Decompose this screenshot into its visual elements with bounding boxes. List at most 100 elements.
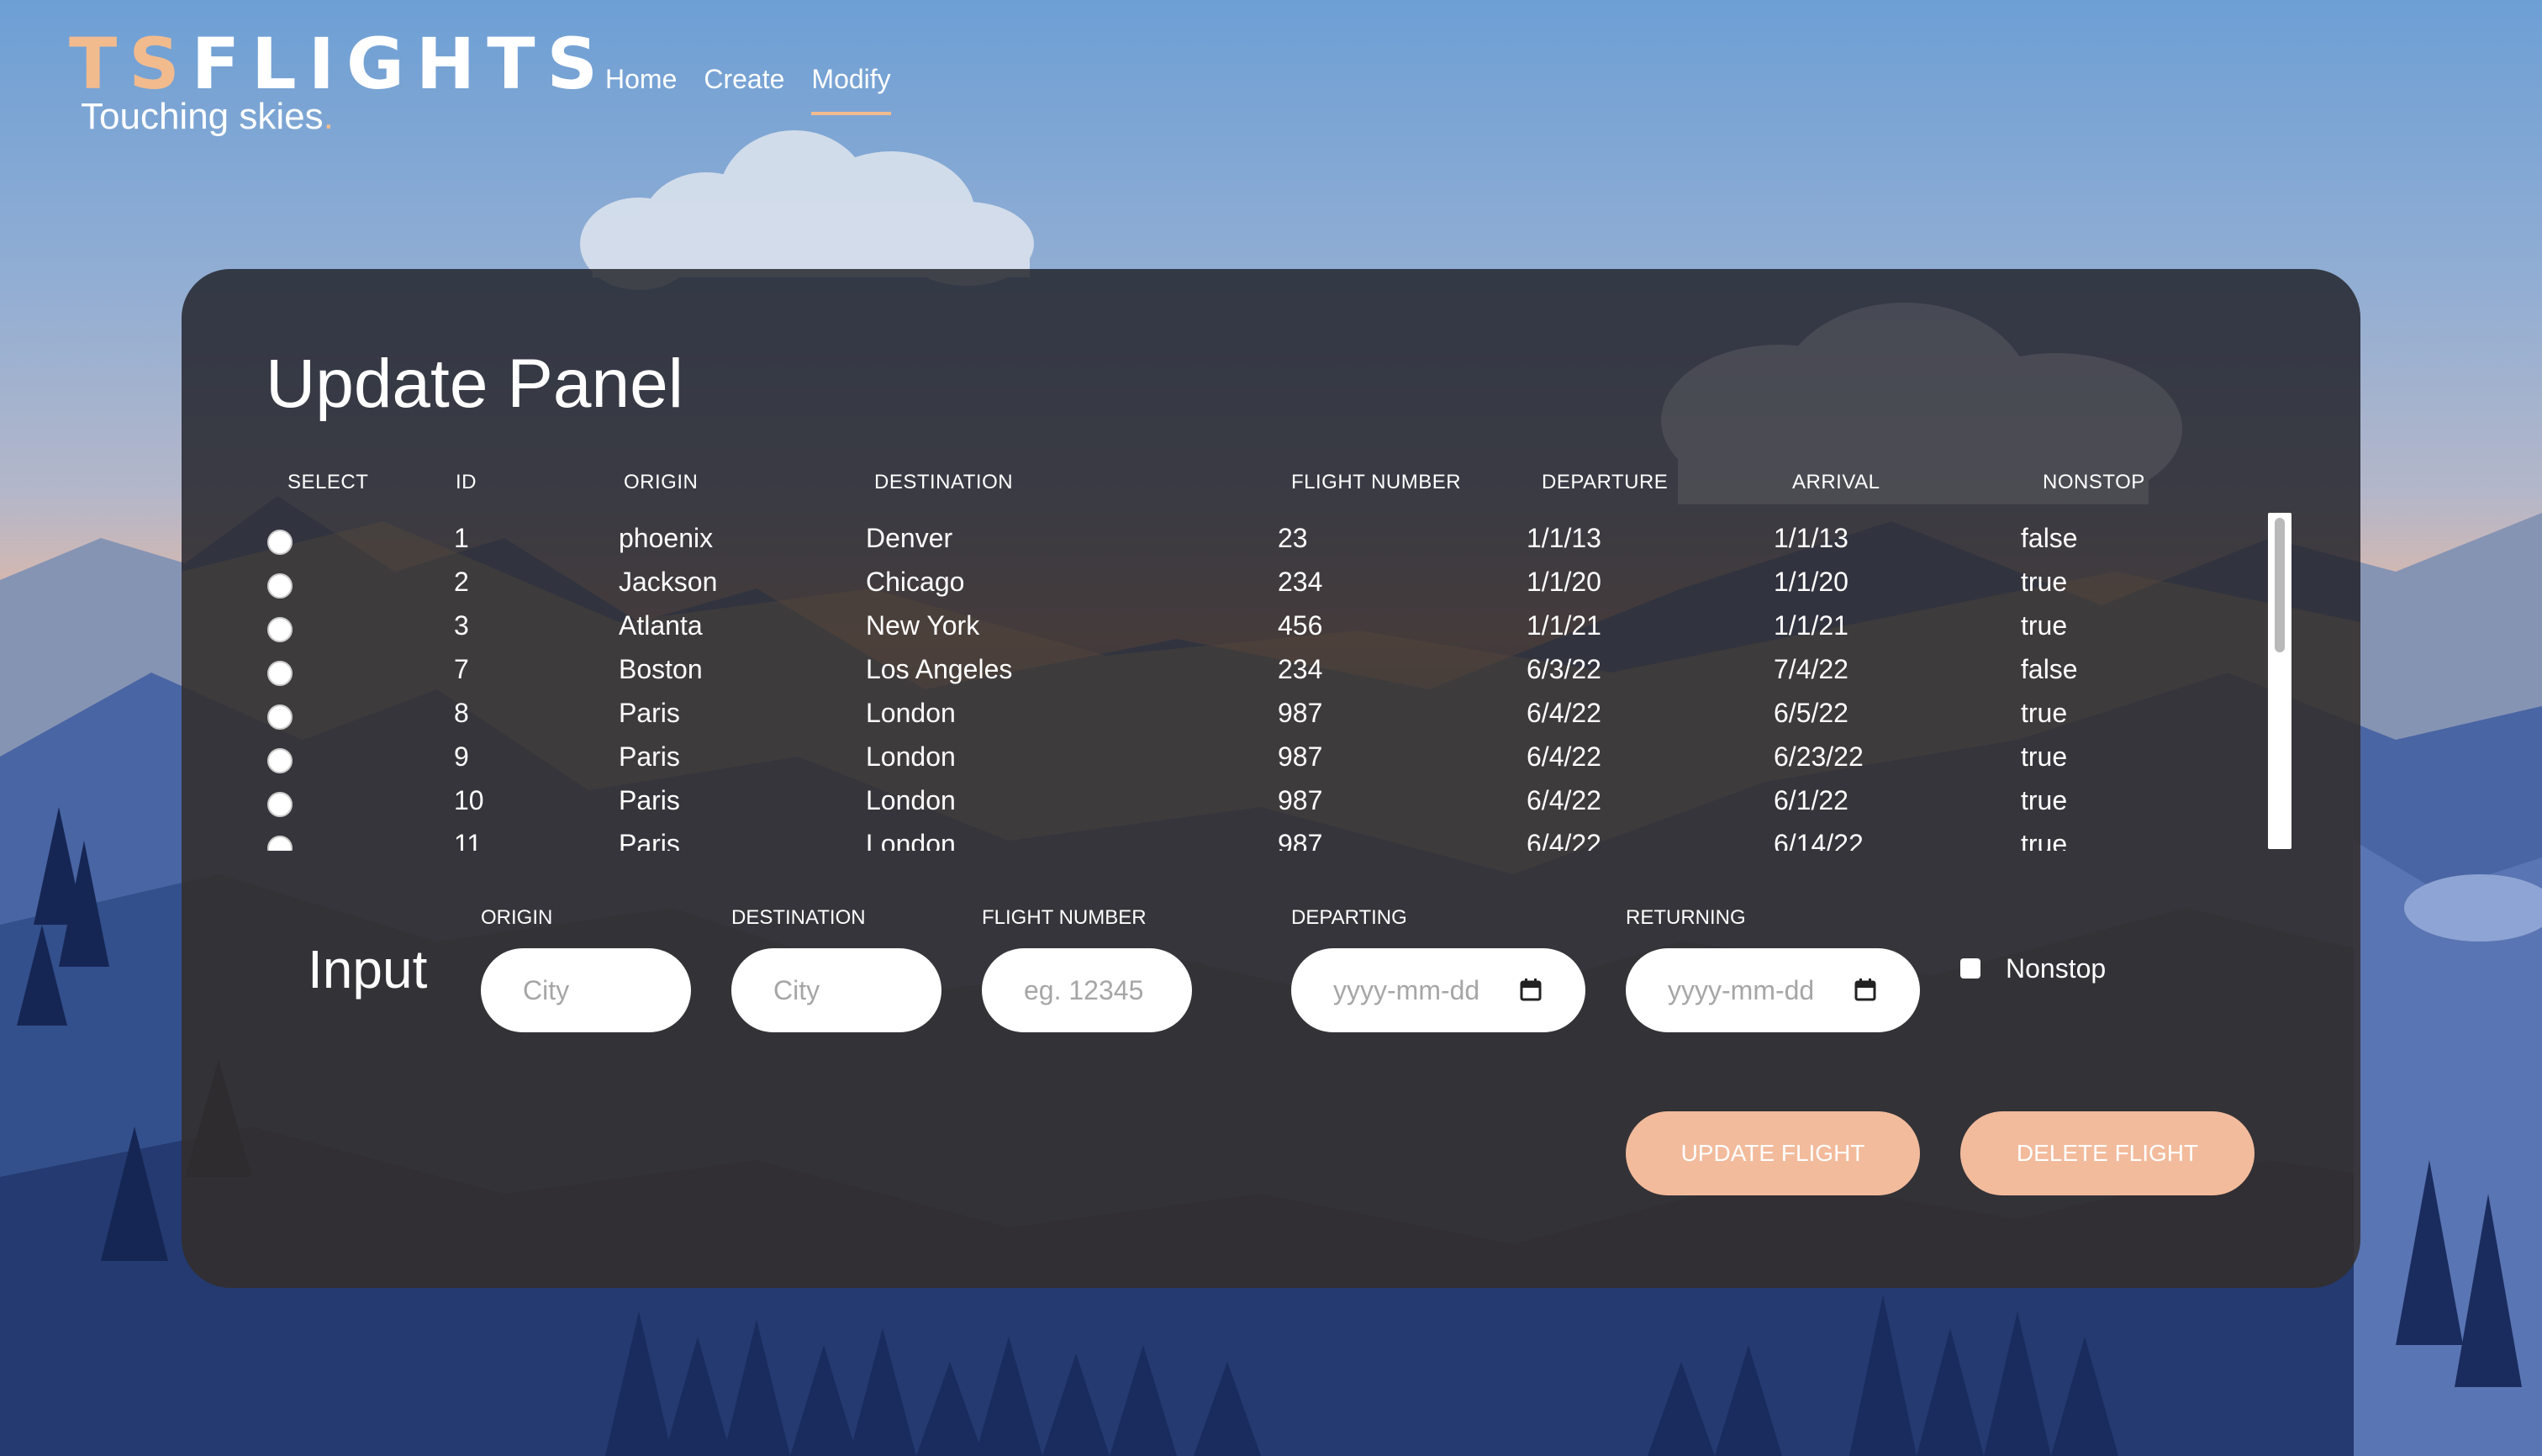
nav-home[interactable]: Home (605, 64, 677, 115)
cell-origin: Boston (619, 654, 703, 684)
nav-modify[interactable]: Modify (811, 64, 891, 115)
departing-placeholder: yyyy-mm-dd (1333, 974, 1480, 1005)
cell-origin: Atlanta (619, 610, 703, 641)
cell-origin: phoenix (619, 523, 714, 553)
cell-arrival: 1/1/20 (1774, 567, 1848, 597)
cell-arrival: 1/1/13 (1774, 523, 1848, 553)
cell-flight-number: 987 (1278, 785, 1323, 815)
cell-nonstop: false (2021, 654, 2078, 684)
cell-departure: 6/4/22 (1527, 829, 1601, 851)
cell-departure: 6/4/22 (1527, 698, 1601, 728)
flight-number-placeholder: eg. 12345 (1024, 974, 1144, 1005)
cell-origin: Paris (619, 741, 680, 772)
nonstop-checkbox[interactable] (1960, 958, 1980, 979)
cell-origin: Paris (619, 698, 680, 728)
table-row: 3 Atlanta New York 456 1/1/21 1/1/21 tru… (182, 605, 2266, 649)
tagline-text: Touching skies (81, 96, 324, 137)
cell-destination: Chicago (866, 567, 965, 597)
cell-nonstop: true (2021, 610, 2068, 641)
cell-origin: Paris (619, 829, 680, 851)
cell-flight-number: 234 (1278, 654, 1323, 684)
returning-placeholder: yyyy-mm-dd (1668, 974, 1815, 1005)
nonstop-label: Nonstop (2006, 953, 2107, 984)
cell-id: 11 (454, 829, 483, 851)
row-select-radio[interactable] (267, 704, 293, 730)
header-nonstop: NONSTOP (2043, 471, 2145, 493)
cell-id: 1 (454, 523, 469, 553)
cell-arrival: 6/5/22 (1774, 698, 1848, 728)
cell-departure: 6/4/22 (1527, 785, 1601, 815)
cell-departure: 6/4/22 (1527, 741, 1601, 772)
cell-flight-number: 987 (1278, 741, 1323, 772)
cell-flight-number: 987 (1278, 829, 1323, 851)
cell-flight-number: 23 (1278, 523, 1308, 553)
cell-arrival: 1/1/21 (1774, 610, 1848, 641)
cell-nonstop: true (2021, 785, 2068, 815)
table-row: 11 Paris London 987 6/4/22 6/14/22 true (182, 824, 2266, 851)
cell-id: 10 (454, 785, 484, 815)
cell-nonstop: true (2021, 567, 2068, 597)
cell-id: 9 (454, 741, 469, 772)
delete-flight-button[interactable]: DELETE FLIGHT (1960, 1111, 2255, 1195)
logo-wordmark: TSFLIGHTS (69, 29, 609, 99)
calendar-icon[interactable] (1854, 978, 1876, 1001)
cell-departure: 1/1/21 (1527, 610, 1601, 641)
cell-flight-number: 987 (1278, 698, 1323, 728)
cell-id: 2 (454, 567, 469, 597)
table-row: 2 Jackson Chicago 234 1/1/20 1/1/20 true (182, 562, 2266, 605)
returning-label: RETURNING (1626, 906, 1746, 929)
cell-nonstop: true (2021, 698, 2068, 728)
row-select-radio[interactable] (267, 530, 293, 555)
header-arrival: ARRIVAL (1792, 471, 1880, 493)
cell-id: 7 (454, 654, 469, 684)
destination-placeholder: City (773, 974, 820, 1005)
row-select-radio[interactable] (267, 573, 293, 599)
cell-destination: Los Angeles (866, 654, 1013, 684)
cell-departure: 1/1/20 (1527, 567, 1601, 597)
input-section-title: Input (308, 939, 428, 1000)
table-scrollbar[interactable] (2268, 513, 2291, 849)
row-select-radio[interactable] (267, 748, 293, 773)
flights-table-body[interactable]: 1 phoenix Denver 23 1/1/13 1/1/13 false … (182, 504, 2266, 851)
header-departure: DEPARTURE (1542, 471, 1669, 493)
cell-destination: London (866, 829, 956, 851)
cell-departure: 1/1/13 (1527, 523, 1601, 553)
cell-destination: New York (866, 610, 980, 641)
returning-date-input[interactable]: yyyy-mm-dd (1626, 948, 1920, 1032)
destination-label: DESTINATION (731, 906, 866, 929)
table-row: 10 Paris London 987 6/4/22 6/1/22 true (182, 780, 2266, 824)
flight-number-label: FLIGHT NUMBER (982, 906, 1147, 929)
header-id: ID (456, 471, 477, 493)
main-nav: Home Create Modify (605, 64, 891, 115)
update-flight-button[interactable]: UPDATE FLIGHT (1626, 1111, 1920, 1195)
origin-label: ORIGIN (481, 906, 553, 929)
cell-id: 8 (454, 698, 469, 728)
cell-id: 3 (454, 610, 469, 641)
nav-create[interactable]: Create (704, 64, 784, 115)
cell-departure: 6/3/22 (1527, 654, 1601, 684)
departing-date-input[interactable]: yyyy-mm-dd (1291, 948, 1585, 1032)
scrollbar-thumb[interactable] (2275, 518, 2285, 652)
cell-destination: London (866, 785, 956, 815)
table-row: 1 phoenix Denver 23 1/1/13 1/1/13 false (182, 518, 2266, 562)
origin-input[interactable]: City (481, 948, 691, 1032)
brand-logo[interactable]: TSFLIGHTS Touching skies. (69, 29, 609, 138)
header-select: SELECT (287, 471, 369, 493)
cell-arrival: 6/23/22 (1774, 741, 1864, 772)
row-select-radio[interactable] (267, 792, 293, 817)
cell-nonstop: false (2021, 523, 2078, 553)
cell-flight-number: 456 (1278, 610, 1323, 641)
panel-title: Update Panel (266, 346, 683, 422)
cell-nonstop: true (2021, 829, 2068, 851)
table-row: 8 Paris London 987 6/4/22 6/5/22 true (182, 693, 2266, 736)
calendar-icon[interactable] (1520, 978, 1542, 1001)
departing-label: DEPARTING (1291, 906, 1407, 929)
flight-number-input[interactable]: eg. 12345 (982, 948, 1192, 1032)
cell-nonstop: true (2021, 741, 2068, 772)
row-select-radio[interactable] (267, 836, 293, 851)
row-select-radio[interactable] (267, 661, 293, 686)
logo-ts: TS (69, 23, 192, 105)
row-select-radio[interactable] (267, 617, 293, 642)
cell-arrival: 6/14/22 (1774, 829, 1864, 851)
destination-input[interactable]: City (731, 948, 941, 1032)
